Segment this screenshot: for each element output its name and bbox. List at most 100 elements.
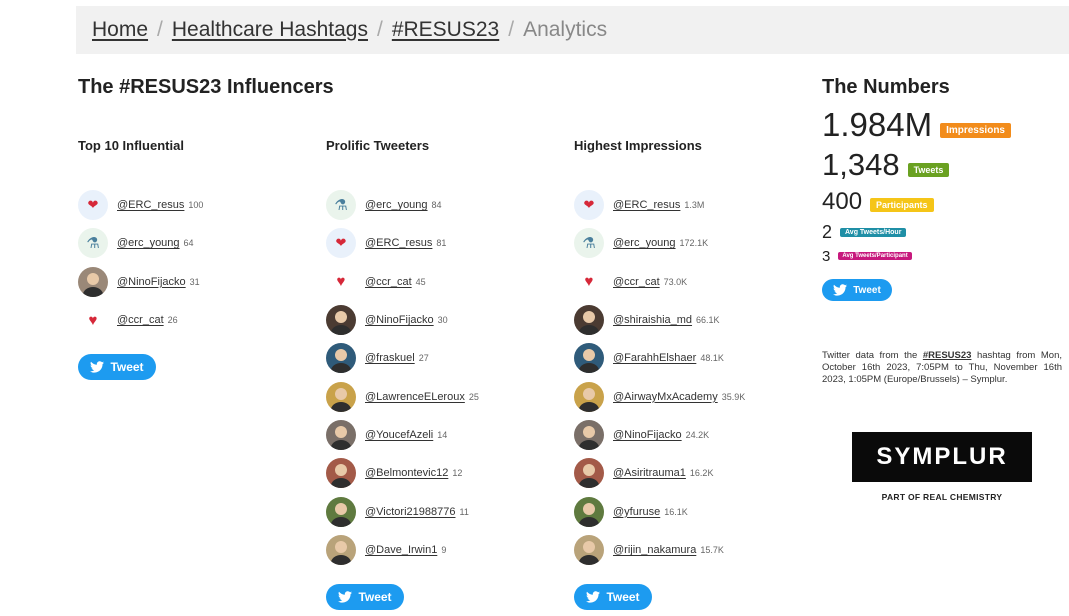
avatar[interactable]	[574, 305, 604, 336]
influencer-count: 12	[452, 468, 463, 479]
stat-badge: Avg Tweets/Hour	[840, 227, 907, 237]
influencer-handle-link[interactable]: @AirwayMxAcademy	[613, 391, 718, 403]
data-source-text-before: Twitter data from the	[822, 350, 923, 361]
stat-participants: 400 Participants	[822, 185, 1062, 219]
breadcrumb-home-link[interactable]: Home	[92, 18, 148, 42]
avatar[interactable]	[326, 381, 356, 412]
tweet-button[interactable]: Tweet	[574, 584, 652, 610]
influencer-handle-link[interactable]: @erc_young	[613, 237, 676, 249]
influencer-handle-link[interactable]: @ERC_resus	[117, 199, 184, 211]
avatar[interactable]	[574, 419, 604, 450]
avatar[interactable]	[326, 419, 356, 450]
influencer-count: 16.1K	[664, 506, 688, 517]
influencer-handle-link[interactable]: @ccr_cat	[117, 314, 164, 326]
stat-value: 400	[822, 188, 863, 215]
influencer-count: 81	[436, 238, 447, 249]
influencer-row: @shiraishia_md 66.1K	[574, 301, 814, 339]
lungs-heart-avatar-icon[interactable]: ❤	[78, 190, 108, 221]
influencer-handle-link[interactable]: @erc_young	[365, 199, 428, 211]
influencers-title: The #RESUS23 Influencers	[78, 76, 334, 98]
influencer-handle-link[interactable]: @NinoFijacko	[117, 276, 186, 288]
influencer-row: @Victori21988776 11	[326, 492, 566, 530]
column-heading: Top 10 Influential	[78, 138, 184, 153]
avatar[interactable]	[326, 534, 356, 565]
breadcrumb-healthcare-hashtags-link[interactable]: Healthcare Hashtags	[172, 18, 368, 42]
breadcrumb: Home / Healthcare Hashtags / #RESUS23 / …	[76, 6, 1069, 54]
influencer-count: 26	[167, 315, 178, 326]
influencer-row: @yfuruse 16.1K	[574, 492, 814, 530]
stat-impressions: 1.984M Impressions	[822, 105, 1062, 145]
tweet-button[interactable]: Tweet	[78, 354, 156, 380]
ccr-heart-avatar-icon[interactable]: ♥	[78, 305, 108, 336]
influencer-handle-link[interactable]: @ERC_resus	[613, 199, 680, 211]
influencer-count: 35.9K	[721, 391, 746, 402]
numbers-title: The Numbers	[822, 76, 950, 98]
influencer-list: ❤ @ERC_resus 1.3M ⚗ @erc_young 172.1K ♥ @ccr_ca…	[574, 186, 814, 569]
influencer-count: 66.1K	[696, 315, 720, 326]
influencer-handle-link[interactable]: @shiraishia_md	[613, 314, 692, 326]
influencer-row: @Dave_Irwin1 9	[326, 531, 566, 569]
avatar[interactable]	[78, 266, 108, 297]
avatar[interactable]	[326, 496, 356, 527]
avatar[interactable]	[574, 343, 604, 374]
influencer-handle-link[interactable]: @Dave_Irwin1	[365, 544, 437, 556]
influencer-handle-link[interactable]: @LawrenceELeroux	[365, 391, 465, 403]
avatar[interactable]	[326, 305, 356, 336]
influencer-handle-link[interactable]: @Belmontevic12	[365, 467, 448, 479]
influencer-count: 172.1K	[679, 238, 709, 249]
influencer-row: @fraskuel 27	[326, 339, 566, 377]
influencer-row: @Belmontevic12 12	[326, 454, 566, 492]
influencer-count: 100	[188, 200, 204, 211]
influencer-count: 14	[437, 429, 448, 440]
avatar[interactable]	[574, 458, 604, 489]
influencer-handle-link[interactable]: @ERC_resus	[365, 237, 432, 249]
avatar[interactable]	[574, 534, 604, 565]
influencer-handle-link[interactable]: @FarahhElshaer	[613, 352, 696, 364]
column-heading: Prolific Tweeters	[326, 138, 430, 153]
lungs-heart-avatar-icon[interactable]: ❤	[326, 228, 356, 259]
twitter-bird-icon	[90, 361, 105, 373]
influencer-handle-link[interactable]: @fraskuel	[365, 352, 415, 364]
influencer-count: 73.0K	[663, 276, 688, 287]
influencer-handle-link[interactable]: @yfuruse	[613, 506, 660, 518]
top-influential-column: Top 10 Influential ❤ @ERC_resus 100 ⚗ @erc_y…	[78, 138, 318, 339]
tweet-button-label: Tweet	[606, 590, 640, 604]
avatar[interactable]	[326, 458, 356, 489]
ccr-heart-avatar-icon[interactable]: ♥	[574, 266, 604, 297]
breadcrumb-separator: /	[508, 18, 515, 41]
flask-avatar-icon[interactable]: ⚗	[574, 228, 604, 259]
influencer-count: 9	[441, 544, 447, 555]
influencer-count: 45	[415, 276, 426, 287]
lungs-heart-avatar-icon[interactable]: ❤	[574, 190, 604, 221]
influencer-handle-link[interactable]: @YoucefAzeli	[365, 429, 433, 441]
influencer-handle-link[interactable]: @ccr_cat	[365, 276, 412, 288]
flask-avatar-icon[interactable]: ⚗	[326, 190, 356, 221]
highest-impressions-column: Highest Impressions ❤ @ERC_resus 1.3M ⚗ @erc…	[574, 138, 814, 569]
influencer-handle-link[interactable]: @Victori21988776	[365, 506, 455, 518]
stat-avg-tweets-hour: 2 Avg Tweets/Hour	[822, 219, 1062, 245]
breadcrumb-hashtag-link[interactable]: #RESUS23	[392, 18, 499, 42]
tweet-button[interactable]: Tweet	[822, 279, 892, 301]
influencer-count: 15.7K	[700, 544, 724, 555]
symplur-logo[interactable]: SYMPLUR	[852, 432, 1032, 482]
influencer-handle-link[interactable]: @erc_young	[117, 237, 180, 249]
tweet-button[interactable]: Tweet	[326, 584, 404, 610]
influencer-row: @YoucefAzeli 14	[326, 416, 566, 454]
influencer-handle-link[interactable]: @NinoFijacko	[365, 314, 434, 326]
stat-value: 1.984M	[822, 106, 933, 143]
influencer-handle-link[interactable]: @NinoFijacko	[613, 429, 682, 441]
influencer-handle-link[interactable]: @ccr_cat	[613, 276, 660, 288]
influencer-row: ♥ @ccr_cat 26	[78, 301, 318, 339]
ccr-heart-avatar-icon[interactable]: ♥	[326, 266, 356, 297]
avatar[interactable]	[326, 343, 356, 374]
flask-avatar-icon[interactable]: ⚗	[78, 228, 108, 259]
influencer-list: ⚗ @erc_young 84 ❤ @ERC_resus 81 ♥ @ccr_cat 45 @Ni…	[326, 186, 566, 569]
influencer-row: @Asiritrauma1 16.2K	[574, 454, 814, 492]
influencer-handle-link[interactable]: @rijin_nakamura	[613, 544, 696, 556]
tweet-button-label: Tweet	[358, 590, 392, 604]
hashtag-link[interactable]: #RESUS23	[923, 350, 972, 361]
avatar[interactable]	[574, 496, 604, 527]
influencer-handle-link[interactable]: @Asiritrauma1	[613, 467, 686, 479]
tweet-button-label: Tweet	[853, 284, 881, 296]
avatar[interactable]	[574, 381, 604, 412]
